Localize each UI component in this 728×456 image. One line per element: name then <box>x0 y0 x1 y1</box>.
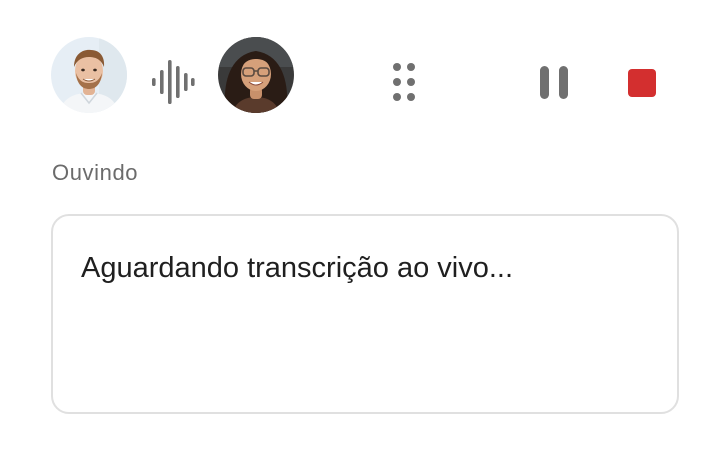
pause-button[interactable] <box>533 61 575 103</box>
female-avatar-icon <box>218 37 294 113</box>
live-transcription-panel: Ouvindo Aguardando transcrição ao vivo..… <box>0 0 728 456</box>
live-transcript-box[interactable]: Aguardando transcrição ao vivo... <box>51 214 679 414</box>
participant-avatar-1[interactable] <box>51 37 127 113</box>
call-toolbar <box>0 0 728 150</box>
pause-icon <box>540 66 568 99</box>
male-avatar-icon <box>51 37 127 113</box>
drag-grip-icon[interactable] <box>389 61 419 103</box>
listening-status-label: Ouvindo <box>52 160 139 185</box>
participant-avatar-2[interactable] <box>218 37 294 113</box>
transcript-placeholder: Aguardando transcrição ao vivo... <box>81 252 514 284</box>
audio-waveform-icon <box>152 60 195 104</box>
stop-button[interactable] <box>621 62 663 104</box>
stop-icon <box>628 69 656 97</box>
